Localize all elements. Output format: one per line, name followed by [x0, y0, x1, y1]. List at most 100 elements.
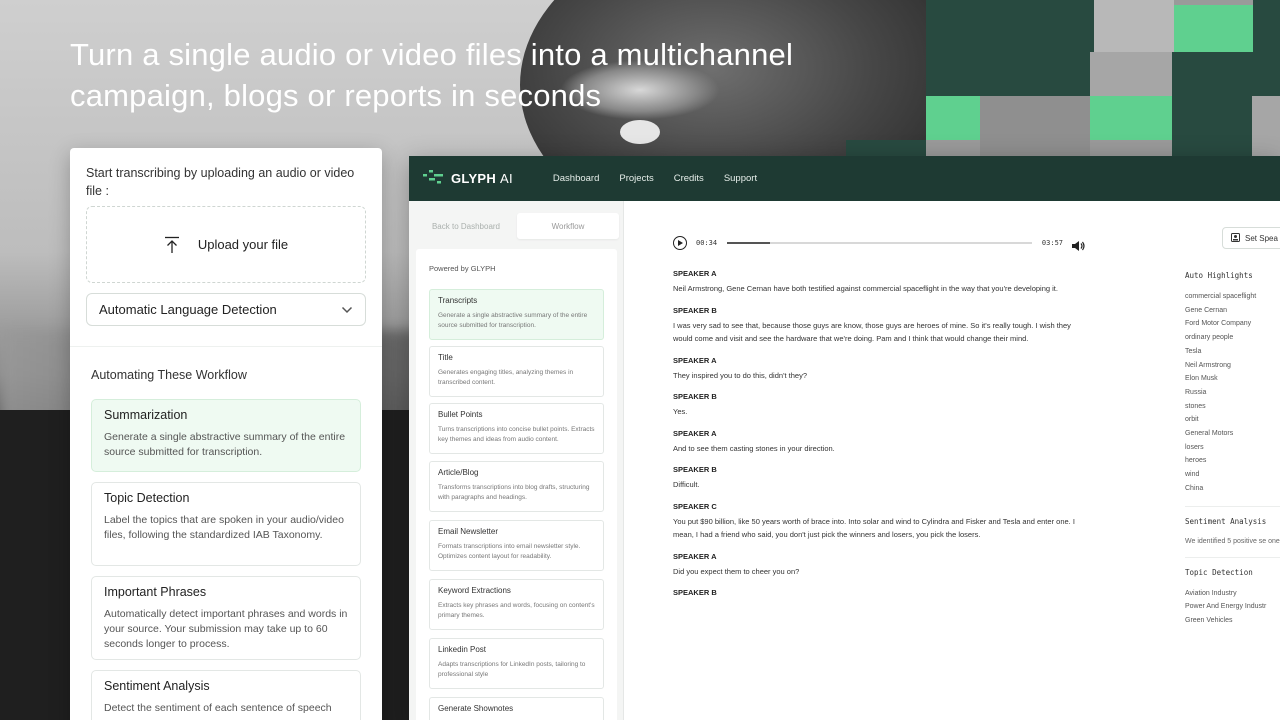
auto-highlights-title: Auto Highlights — [1185, 271, 1253, 280]
tool-title: Linkedin Post — [438, 645, 487, 654]
tool-card-article-blog[interactable]: Article/Blog Transforms transcriptions i… — [429, 461, 604, 512]
topic-item: Green Vehicles — [1185, 616, 1233, 624]
tool-title: Title — [438, 353, 453, 362]
topics-list: Aviation Industry Power And Energy Indust… — [1185, 587, 1280, 628]
powered-by-label: Powered by GLYPH — [429, 264, 496, 273]
workflow-card-desc: Detect the sentiment of each sentence of… — [104, 702, 332, 714]
tool-card-linkedin-post[interactable]: Linkedin Post Adapts transcriptions for … — [429, 638, 604, 689]
workflow-card-desc: Automatically detect important phrases a… — [104, 608, 348, 650]
sidebar-tabs: Back to Dashboard Workflow — [415, 213, 619, 239]
play-icon[interactable] — [673, 236, 687, 250]
topic-detection-title: Topic Detection — [1185, 567, 1253, 577]
logo-icon — [423, 169, 445, 189]
workflow-card-important-phrases[interactable]: Important Phrases Automatically detect i… — [91, 576, 361, 660]
tool-desc: Transforms transcriptions into blog draf… — [438, 484, 590, 501]
audio-player: 00:34 03:57 — [673, 235, 1085, 251]
sentiment-title: Sentiment Analysis — [1185, 516, 1267, 526]
insights-panel: Auto Highlights commercial spaceflight Ge… — [1185, 271, 1280, 628]
speaker-label: SPEAKER A — [673, 551, 717, 561]
tool-desc: Turns transcriptions into concise bullet… — [438, 426, 595, 443]
speaker-label: SPEAKER B — [673, 305, 717, 315]
highlight-item[interactable]: Elon Musk — [1185, 372, 1280, 386]
upload-panel: Start transcribing by uploading an audio… — [70, 148, 382, 720]
speaker-label: SPEAKER A — [673, 428, 717, 438]
upload-intro-text: Start transcribing by uploading an audio… — [86, 166, 355, 198]
highlight-item[interactable]: commercial spaceflight — [1185, 290, 1280, 304]
transcript-text: SPEAKER A Neil Armstrong, Gene Cernan hav… — [673, 269, 1083, 629]
tool-title: Email Newsletter — [438, 527, 499, 536]
current-time: 00:34 — [696, 239, 718, 247]
workflow-card-topic-detection[interactable]: Topic Detection Label the topics that ar… — [91, 482, 361, 566]
upload-icon — [164, 236, 180, 254]
workflow-sidebar: Back to Dashboard Workflow Powered by GL… — [409, 201, 624, 720]
tool-desc: Generate a single abstractive summary of… — [438, 312, 588, 329]
nav-support[interactable]: Support — [724, 173, 757, 184]
seek-bar-progress — [727, 242, 770, 244]
speaker-label: SPEAKER C — [673, 501, 717, 511]
highlight-item[interactable]: wind — [1185, 468, 1280, 482]
nav-projects[interactable]: Projects — [619, 173, 653, 184]
transcript-line: I was very sad to see that, because thos… — [673, 320, 1071, 344]
workflow-card-title: Summarization — [104, 408, 188, 422]
tab-workflow[interactable]: Workflow — [517, 213, 619, 239]
tool-desc: Formats transcriptions into email newsle… — [438, 543, 581, 560]
topic-item: Power And Energy Industr — [1185, 603, 1267, 611]
transcript-line: Did you expect them to cheer you on? — [673, 566, 800, 576]
tool-title: Article/Blog — [438, 468, 479, 477]
sentiment-text: We identified 5 positive se ones. — [1185, 537, 1280, 545]
speaker-label: SPEAKER A — [673, 269, 717, 278]
highlight-item[interactable]: General Motors — [1185, 427, 1280, 441]
transcript-line: Yes. — [673, 407, 688, 416]
highlight-item[interactable]: Neil Armstrong — [1185, 359, 1280, 373]
tool-card-generate-shownotes[interactable]: Generate Shownotes — [429, 697, 604, 720]
seek-bar[interactable] — [727, 242, 1032, 244]
speaker-label: SPEAKER A — [673, 355, 717, 365]
top-navbar: GLYPH AI Dashboard Projects Credits Supp… — [409, 156, 1280, 201]
upload-file-button[interactable]: Upload your file — [86, 206, 366, 283]
speaker-label: SPEAKER B — [673, 588, 717, 597]
language-select[interactable]: Automatic Language Detection — [86, 293, 366, 326]
highlight-item[interactable]: Ford Motor Company — [1185, 317, 1280, 331]
highlight-item[interactable]: Tesla — [1185, 345, 1280, 359]
tool-card-title[interactable]: Title Generates engaging titles, analyzi… — [429, 346, 604, 397]
decorative-mosaic — [846, 0, 1280, 156]
set-speaker-button[interactable]: Set Spea — [1222, 227, 1280, 249]
language-select-value: Automatic Language Detection — [99, 302, 277, 317]
total-time: 03:57 — [1041, 239, 1063, 247]
highlights-list: commercial spaceflight Gene Cernan Ford Mo… — [1185, 290, 1280, 496]
workflow-card-sentiment-analysis[interactable]: Sentiment Analysis Detect the sentiment … — [91, 670, 361, 720]
tool-card-bullet-points[interactable]: Bullet Points Turns transcriptions into … — [429, 403, 604, 454]
nav-credits[interactable]: Credits — [674, 173, 704, 184]
highlight-item[interactable]: China — [1185, 482, 1280, 496]
tool-title: Bullet Points — [438, 410, 483, 419]
volume-icon[interactable] — [1071, 237, 1085, 251]
logo-text: GLYPH — [451, 171, 497, 186]
highlight-item[interactable]: losers — [1185, 441, 1280, 455]
workflow-card-title: Topic Detection — [104, 491, 190, 505]
transcript-line: And to see them casting stones in your d… — [673, 443, 835, 453]
set-speaker-label: Set Spea — [1245, 233, 1278, 243]
highlight-item[interactable]: stones — [1185, 400, 1280, 414]
transcript-line: You put $90 billion, like 50 years worth… — [673, 516, 1075, 540]
nav-dashboard[interactable]: Dashboard — [553, 173, 599, 184]
speaker-icon — [1231, 232, 1240, 244]
highlight-item[interactable]: Gene Cernan — [1185, 304, 1280, 318]
tool-list: Powered by GLYPH Transcripts Generate a … — [416, 249, 617, 720]
divider — [1185, 556, 1280, 558]
highlight-item[interactable]: Russia — [1185, 386, 1280, 400]
tab-back-to-dashboard[interactable]: Back to Dashboard — [415, 213, 517, 239]
tool-card-email-newsletter[interactable]: Email Newsletter Formats transcriptions … — [429, 520, 604, 571]
tool-card-keyword-extractions[interactable]: Keyword Extractions Extracts key phrases… — [429, 579, 604, 630]
tool-card-transcripts[interactable]: Transcripts Generate a single abstractiv… — [429, 289, 604, 340]
highlight-item[interactable]: ordinary people — [1185, 331, 1280, 345]
upload-label: Upload your file — [197, 237, 289, 252]
divider — [70, 346, 382, 347]
highlight-item[interactable]: orbit — [1185, 413, 1280, 427]
workflow-card-summarization[interactable]: Summarization Generate a single abstract… — [91, 399, 361, 472]
highlight-item[interactable]: heroes — [1185, 454, 1280, 468]
transcript-line: Neil Armstrong, Gene Cernan have both te… — [673, 284, 1058, 293]
tool-desc: Generates engaging titles, analyzing the… — [438, 369, 574, 386]
tool-desc: Adapts transcriptions for LinkedIn posts… — [438, 661, 586, 678]
logo[interactable]: GLYPH AI — [423, 169, 513, 189]
speaker-label: SPEAKER B — [673, 392, 717, 401]
